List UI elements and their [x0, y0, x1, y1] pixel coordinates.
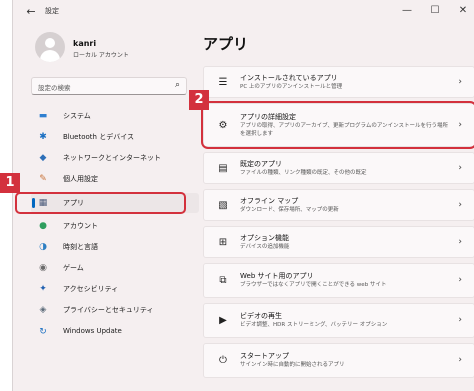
search-placeholder: 設定の検索	[38, 84, 71, 92]
sidebar-item-label: 個人用設定	[63, 175, 98, 183]
card-subtitle: PC 上のアプリのアンインストールと管理	[240, 84, 343, 90]
sidebar-item-label: ネットワークとインターネット	[63, 154, 161, 162]
card-subtitle: デバイスの追加機能	[240, 244, 290, 250]
sidebar-item-label: ゲーム	[63, 264, 84, 272]
sidebar-item-label: Windows Update	[63, 327, 122, 335]
sidebar-item-privacy[interactable]: ◈ プライバシーとセキュリティ	[31, 300, 199, 320]
sidebar-item-label: プライバシーとセキュリティ	[63, 306, 154, 314]
card-optional-features[interactable]: ⊞ オプション機能 デバイスの追加機能 ›	[203, 226, 474, 258]
system-icon: ▬	[38, 111, 48, 121]
sidebar-item-label: 時刻と言語	[63, 243, 98, 251]
shield-icon: ◈	[39, 305, 47, 315]
web-apps-icon: ⧉	[219, 275, 227, 286]
title-bar: ← 設定 — ☐ ✕	[13, 0, 474, 24]
sidebar-item-windows-update[interactable]: ↻ Windows Update	[31, 322, 199, 342]
step-badge-2: 2	[189, 90, 209, 110]
bluetooth-icon: ✱	[39, 132, 47, 142]
close-button[interactable]: ✕	[453, 2, 473, 20]
update-icon: ↻	[39, 327, 47, 337]
highlight-box-advanced-settings	[201, 101, 474, 149]
video-icon: ▶	[219, 315, 227, 326]
minimize-button[interactable]: —	[397, 2, 417, 20]
chevron-right-icon: ›	[458, 200, 462, 210]
sidebar-item-label: システム	[63, 112, 91, 120]
network-icon: ◆	[39, 153, 47, 163]
search-input[interactable]: 設定の検索 ⌕	[31, 77, 187, 95]
card-subtitle: ファイルの種類、リンク種類の既定、その他の既定	[240, 170, 367, 176]
sidebar-item-gaming[interactable]: ◉ ゲーム	[31, 258, 199, 278]
card-video-playback[interactable]: ▶ ビデオの再生 ビデオ調整、HDR ストリーミング、バッテリー オプション ›	[203, 303, 474, 338]
card-title: スタートアップ	[240, 352, 289, 360]
account-icon: ●	[39, 221, 47, 231]
maximize-button[interactable]: ☐	[425, 2, 445, 20]
card-offline-maps[interactable]: ▧ オフライン マップ ダウンロード、保存場所、マップの更新 ›	[203, 189, 474, 221]
card-title: 既定のアプリ	[240, 160, 282, 168]
avatar[interactable]	[35, 32, 65, 62]
user-name: kanri	[73, 39, 97, 48]
card-subtitle: ブラウザーではなくアプリで開くことができる web サイト	[240, 282, 387, 288]
gamepad-icon: ◉	[39, 263, 47, 273]
card-title: インストールされているアプリ	[240, 74, 338, 82]
back-arrow-icon[interactable]: ←	[23, 4, 39, 20]
card-title: オフライン マップ	[240, 197, 299, 205]
sidebar-item-label: Bluetooth とデバイス	[63, 133, 134, 141]
optional-features-icon: ⊞	[218, 237, 228, 248]
chevron-right-icon: ›	[458, 163, 462, 173]
card-title: オプション機能	[240, 234, 289, 242]
globe-clock-icon: ◑	[39, 242, 47, 252]
brush-icon: ✎	[39, 174, 47, 184]
chevron-right-icon: ›	[458, 237, 462, 247]
avatar-head-icon	[45, 38, 55, 48]
sidebar-item-personalization[interactable]: ✎ 個人用設定	[31, 169, 199, 189]
list-icon: ☰	[218, 77, 228, 88]
card-subtitle: ダウンロード、保存場所、マップの更新	[240, 207, 339, 213]
sidebar-item-bluetooth[interactable]: ✱ Bluetooth とデバイス	[31, 127, 199, 147]
avatar-body-icon	[40, 50, 60, 62]
highlight-box-apps	[15, 192, 186, 214]
sidebar-item-accessibility[interactable]: ✦ アクセシビリティ	[31, 279, 199, 299]
card-title: Web サイト用のアプリ	[240, 272, 314, 280]
sidebar-item-time-language[interactable]: ◑ 時刻と言語	[31, 237, 199, 257]
card-startup[interactable]: ⏻ スタートアップ サインイン時に自動的に開始されるアプリ ›	[203, 343, 474, 378]
search-icon: ⌕	[174, 80, 180, 90]
card-apps-for-websites[interactable]: ⧉ Web サイト用のアプリ ブラウザーではなくアプリで開くことができる web…	[203, 263, 474, 298]
card-subtitle: サインイン時に自動的に開始されるアプリ	[240, 362, 345, 368]
map-icon: ▧	[218, 200, 228, 211]
default-apps-icon: ▤	[218, 163, 228, 174]
window-title: 設定	[45, 7, 59, 15]
chevron-right-icon: ›	[458, 275, 462, 285]
sidebar-item-system[interactable]: ▬ システム	[31, 106, 199, 126]
startup-icon: ⏻	[219, 355, 227, 366]
sidebar-item-accounts[interactable]: ● アカウント	[31, 216, 199, 236]
sidebar-item-label: アクセシビリティ	[63, 285, 119, 293]
step-badge-1: 1	[0, 173, 20, 193]
page-title: アプリ	[203, 35, 249, 53]
account-type: ローカル アカウント	[73, 52, 129, 59]
sidebar-item-network[interactable]: ◆ ネットワークとインターネット	[31, 148, 199, 168]
card-subtitle: ビデオ調整、HDR ストリーミング、バッテリー オプション	[240, 322, 388, 328]
sidebar-item-label: アカウント	[63, 222, 98, 230]
chevron-right-icon: ›	[458, 315, 462, 325]
accessibility-icon: ✦	[39, 284, 47, 294]
card-default-apps[interactable]: ▤ 既定のアプリ ファイルの種類、リンク種類の既定、その他の既定 ›	[203, 152, 474, 184]
card-title: ビデオの再生	[240, 312, 282, 320]
card-installed-apps[interactable]: ☰ インストールされているアプリ PC 上のアプリのアンインストールと管理 ›	[203, 66, 474, 98]
chevron-right-icon: ›	[458, 355, 462, 365]
chevron-right-icon: ›	[458, 77, 462, 87]
